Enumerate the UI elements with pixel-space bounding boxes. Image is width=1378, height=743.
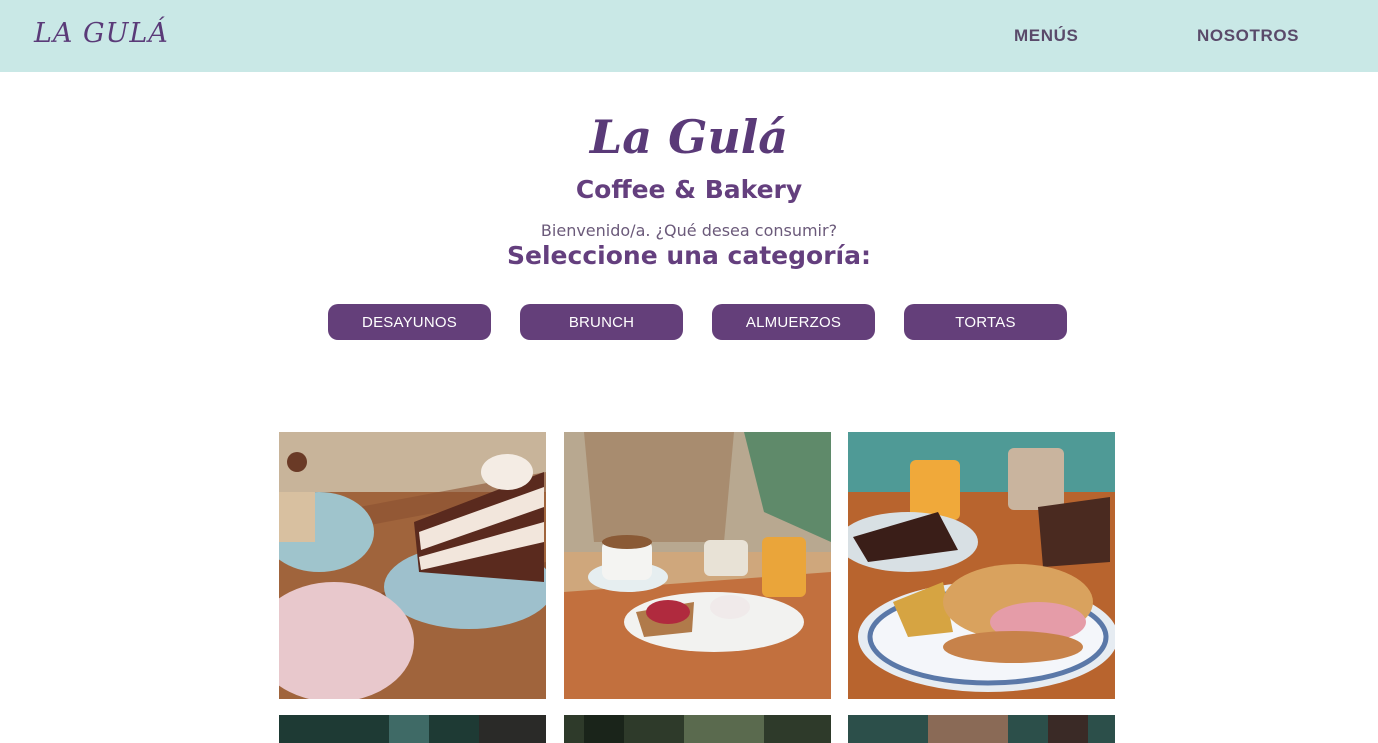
gallery-image-row2-1 (279, 715, 546, 743)
category-button-brunch[interactable]: BRUNCH (520, 304, 683, 340)
category-button-desayunos[interactable]: DESAYUNOS (328, 304, 491, 340)
brand-logo-link[interactable]: LA GULÁ (34, 18, 169, 49)
category-button-tortas[interactable]: TORTAS (904, 304, 1067, 340)
welcome-text: Bienvenido/a. ¿Qué desea consumir? (540, 221, 838, 240)
nav-link-nosotros[interactable]: NOSOTROS (1197, 26, 1299, 46)
category-button-almuerzos[interactable]: ALMUERZOS (712, 304, 875, 340)
nav-link-menus[interactable]: MENÚS (1014, 26, 1078, 46)
hero-subtitle: Coffee & Bakery (575, 175, 803, 204)
navbar: LA GULÁ MENÚS NOSOTROS (0, 0, 1378, 72)
category-prompt: Seleccione una categoría: (507, 241, 871, 270)
gallery-image-row2-2 (564, 715, 831, 743)
gallery-image-cake (279, 432, 546, 699)
gallery-image-sandwich (848, 432, 1115, 699)
gallery-image-row2-3 (848, 715, 1115, 743)
hero-title: La Gulá (589, 110, 789, 164)
gallery-image-brunch (564, 432, 831, 699)
